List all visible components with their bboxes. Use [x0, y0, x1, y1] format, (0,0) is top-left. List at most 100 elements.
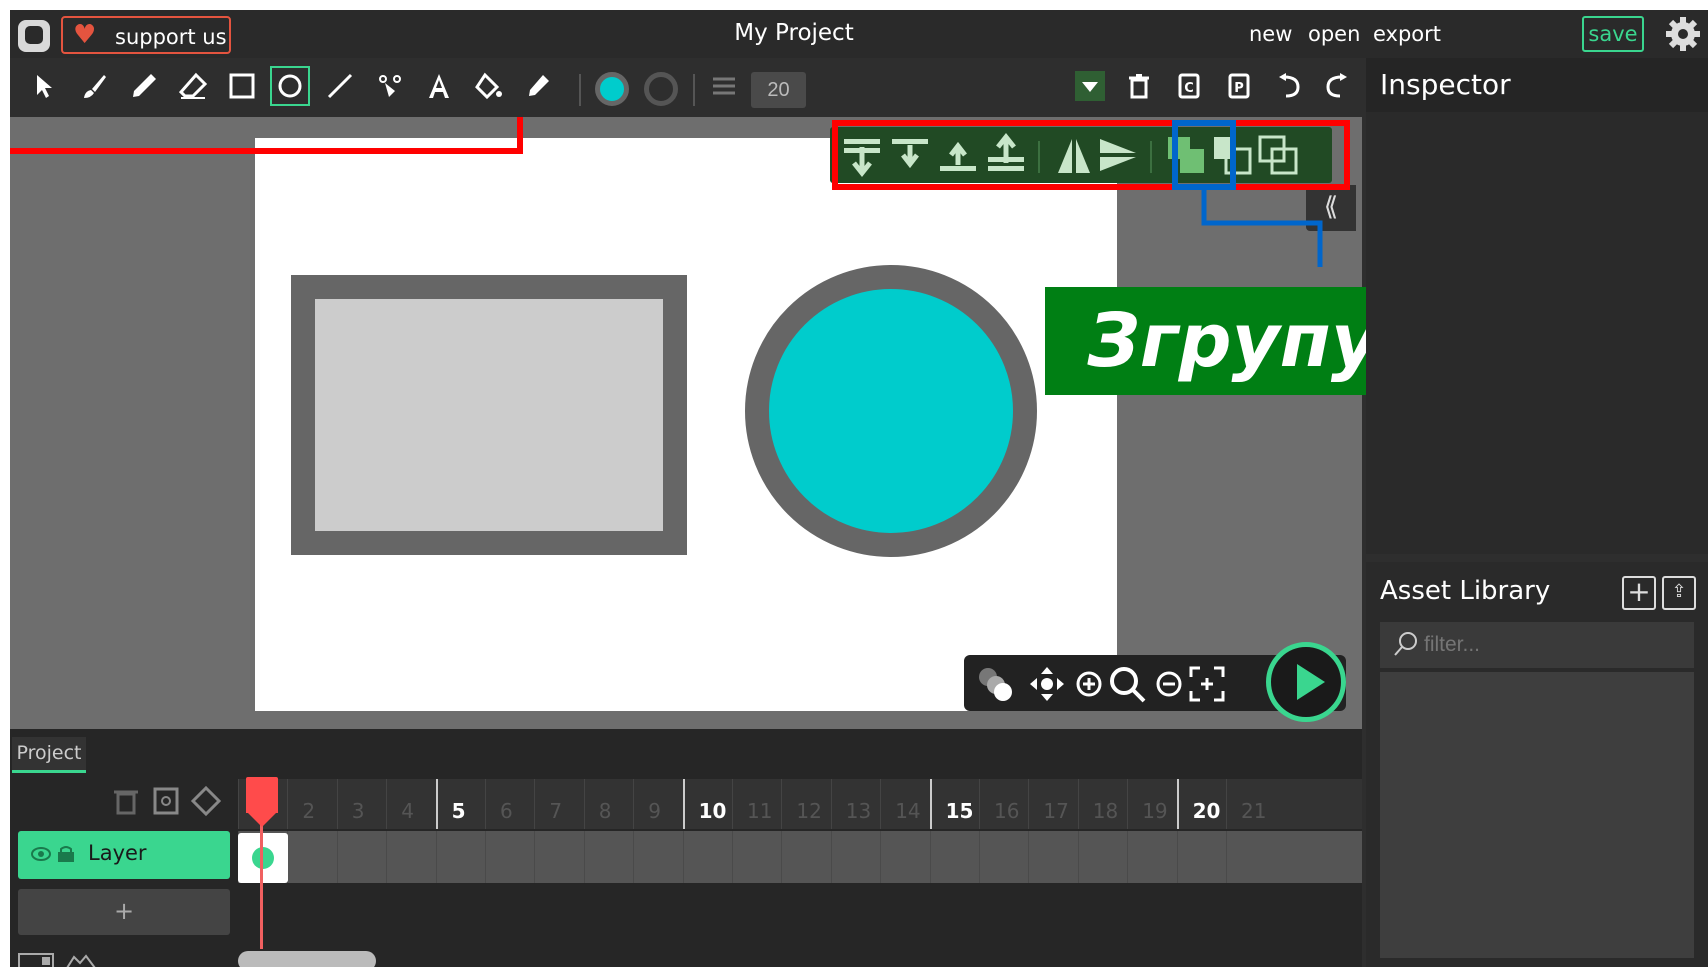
layer-track[interactable]: [238, 831, 1362, 883]
text-tool-icon[interactable]: [419, 66, 459, 106]
track-cell[interactable]: [336, 831, 386, 883]
track-cell[interactable]: [732, 831, 781, 883]
frame-cell[interactable]: 17: [1028, 779, 1077, 829]
track-cell[interactable]: [534, 831, 583, 883]
track-cell[interactable]: [979, 831, 1028, 883]
frame-cell[interactable]: 9: [633, 779, 682, 829]
frame-number: 7: [549, 799, 563, 823]
annotation-lines: [10, 117, 1350, 267]
inspector-title: Inspector: [1366, 58, 1708, 112]
frame-cell[interactable]: 2: [287, 779, 336, 829]
frame-cell[interactable]: 16: [979, 779, 1028, 829]
app-window: ♥ support us My Project new open export …: [10, 10, 1708, 967]
frame-number: 6: [500, 799, 513, 823]
keyframe[interactable]: [238, 833, 288, 883]
frame-cell[interactable]: 15: [929, 779, 979, 829]
track-cell[interactable]: [1077, 831, 1127, 883]
frame-number: 4: [401, 799, 414, 823]
trash-icon[interactable]: [1119, 66, 1159, 106]
add-layer-button[interactable]: +: [18, 889, 230, 935]
brush-tool-icon[interactable]: [74, 66, 114, 106]
fill-tool-icon[interactable]: [468, 66, 508, 106]
add-keyframe-icon[interactable]: [150, 785, 182, 821]
track-cell[interactable]: [583, 831, 633, 883]
export-button[interactable]: export: [1373, 22, 1441, 46]
stage-area[interactable]: ⟪: [10, 117, 1362, 729]
redo-icon[interactable]: [1317, 66, 1357, 106]
playhead-handle[interactable]: [246, 777, 278, 827]
frame-cell[interactable]: 19: [1127, 779, 1176, 829]
track-cell[interactable]: [1028, 831, 1077, 883]
gear-icon[interactable]: [1665, 16, 1701, 52]
frame-cell[interactable]: 21: [1226, 779, 1275, 829]
eraser-tool-icon[interactable]: [173, 66, 213, 106]
rectangle-tool-icon[interactable]: [222, 66, 262, 106]
track-cell[interactable]: [1127, 831, 1176, 883]
frame-cell[interactable]: 13: [830, 779, 880, 829]
line-tool-icon[interactable]: [320, 66, 360, 106]
frame-cell[interactable]: 12: [781, 779, 830, 829]
track-cell[interactable]: [880, 831, 929, 883]
delete-frame-icon[interactable]: [110, 785, 142, 821]
paste-icon[interactable]: P: [1219, 66, 1259, 106]
track-cell[interactable]: [485, 831, 534, 883]
pencil-tool-icon[interactable]: [124, 66, 164, 106]
export-asset-icon[interactable]: ⇪: [1662, 576, 1696, 610]
ellipse-tool-icon[interactable]: [270, 66, 310, 106]
frame-number: 16: [994, 799, 1020, 823]
undo-icon[interactable]: [1269, 66, 1309, 106]
track-cell[interactable]: [435, 831, 485, 883]
layer-name: Layer: [88, 841, 147, 865]
add-asset-icon[interactable]: +: [1622, 576, 1656, 610]
dropdown-toggle-icon[interactable]: [1070, 66, 1110, 106]
fill-color-swatch[interactable]: [595, 72, 629, 106]
layer-item[interactable]: Layer: [18, 831, 230, 879]
tween-icon[interactable]: [190, 785, 222, 821]
stroke-width-icon: [704, 66, 744, 106]
graph-icon[interactable]: [66, 953, 96, 967]
track-cell[interactable]: [1226, 831, 1275, 883]
track-cell[interactable]: [287, 831, 336, 883]
track-cell[interactable]: [386, 831, 435, 883]
frame-cell[interactable]: 14: [880, 779, 929, 829]
timeline-scrollbar[interactable]: [238, 951, 376, 967]
toolbar-separator: [579, 74, 581, 106]
track-cell[interactable]: [929, 831, 979, 883]
save-button[interactable]: save: [1582, 16, 1644, 52]
frame-cell[interactable]: 4: [386, 779, 435, 829]
eye-icon[interactable]: [30, 845, 52, 867]
frame-cell[interactable]: 7: [534, 779, 583, 829]
frame-number: 14: [895, 799, 921, 823]
track-cell[interactable]: [781, 831, 830, 883]
track-cell[interactable]: [682, 831, 732, 883]
new-button[interactable]: new: [1249, 22, 1292, 46]
frame-number: 3: [351, 799, 365, 823]
open-button[interactable]: open: [1308, 22, 1360, 46]
frame-cell[interactable]: 10: [682, 779, 732, 829]
frame-cell[interactable]: 3: [336, 779, 386, 829]
tab-project[interactable]: Project: [12, 737, 86, 773]
selection-tool-icon[interactable]: [26, 66, 66, 106]
track-cell[interactable]: [1176, 831, 1226, 883]
frame-cell[interactable]: 11: [732, 779, 781, 829]
frame-ruler[interactable]: 2 3 4 5 6 7 8 9 10 11 12 13 14 15 16 17 18 19 20 21: [238, 779, 1362, 829]
lock-icon[interactable]: [56, 845, 76, 867]
eyedropper-tool-icon[interactable]: [518, 66, 558, 106]
frame-cell[interactable]: 6: [485, 779, 534, 829]
stroke-width-input[interactable]: [751, 72, 806, 108]
path-tool-icon[interactable]: [370, 66, 410, 106]
asset-filter-input[interactable]: [1380, 622, 1694, 668]
stroke-color-swatch[interactable]: [644, 72, 678, 106]
asset-list: [1380, 672, 1694, 958]
track-cell[interactable]: [830, 831, 880, 883]
frame-cell[interactable]: 8: [583, 779, 633, 829]
frame-cell[interactable]: 18: [1077, 779, 1127, 829]
track-cell[interactable]: [633, 831, 682, 883]
film-icon[interactable]: [18, 953, 54, 967]
frame-cell[interactable]: 5: [435, 779, 485, 829]
frame-number: 17: [1043, 799, 1069, 823]
frame-cell[interactable]: 20: [1176, 779, 1226, 829]
inspector-panel: Inspector: [1366, 58, 1708, 554]
frame-number: 12: [796, 799, 822, 823]
copy-icon[interactable]: C: [1169, 66, 1209, 106]
